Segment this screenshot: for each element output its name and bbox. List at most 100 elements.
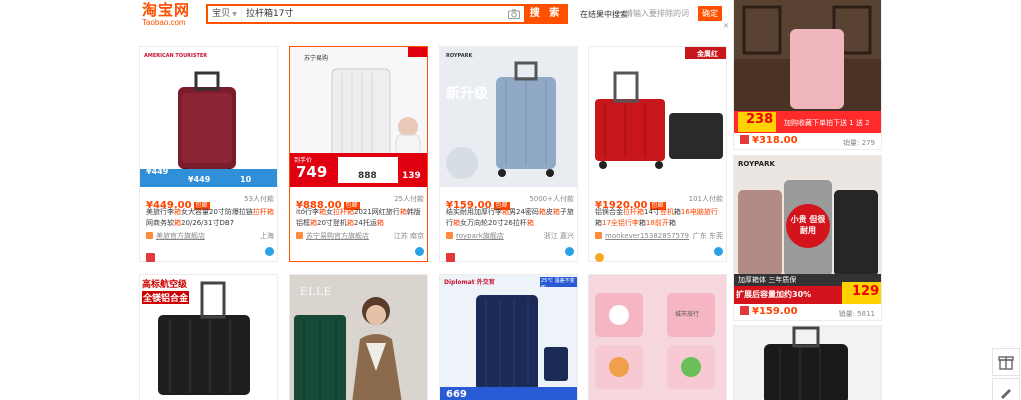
- search-scope-dropdown[interactable]: 宝贝 ▼: [208, 6, 242, 22]
- in-result-confirm-button[interactable]: 确定: [698, 6, 722, 21]
- right-ad-card[interactable]: ROYPARK 小贵 但很耐用 加厚箱体 三年质保 扩展后容量加约30% 129…: [733, 155, 882, 321]
- search-header: 淘宝网 Taobao.com 宝贝 ▼ 拉杆箱17寸 搜 索 在结果中搜索 请输入…: [0, 0, 733, 30]
- product-title[interactable]: itó行李箱女拉杆箱2021网红旅行箱韩版铝框箱20寸登机箱24托运箱: [296, 207, 424, 229]
- product-title-highlight: 箱: [453, 219, 460, 227]
- product-card[interactable]: AMERICAN TOURISTER ¥449 ¥449 10 ¥449.00 包…: [139, 46, 278, 262]
- camera-icon[interactable]: [508, 9, 520, 19]
- product-title-highlight: 拉杆箱: [332, 208, 354, 216]
- right-ad-image[interactable]: 238 加购收藏下单拍下送 1 送 2: [734, 0, 881, 133]
- product-title-segment: 14寸: [644, 208, 660, 216]
- right-ad-price: ¥159.00: [752, 306, 798, 317]
- product-title-segment: 结实耐用加厚行李: [446, 208, 502, 216]
- right-ad-card[interactable]: [733, 325, 882, 400]
- bottom-banner-2: 扩展后容量加约30%: [736, 290, 812, 299]
- color-label: 金属红: [697, 50, 718, 58]
- product-title[interactable]: 美旅行李箱女大容量20寸防爆拉链拉杆箱网商务软箱20/26/31寸DB7: [146, 207, 274, 229]
- wangwang-chat-icon[interactable]: [415, 247, 424, 256]
- product-title-highlight: 箱: [346, 219, 354, 227]
- product-image[interactable]: 高标航空级 全镁铝合金: [140, 275, 277, 400]
- gold-seller-badge-icon[interactable]: [595, 253, 604, 262]
- product-title-highlight: 17全铝行李: [602, 219, 639, 227]
- search-input[interactable]: 拉杆箱17寸: [246, 6, 506, 22]
- search-button[interactable]: 搜 索: [524, 4, 568, 24]
- product-title-highlight: 箱: [318, 208, 326, 216]
- product-image[interactable]: AMERICAN TOURISTER ¥449 ¥449 10: [140, 47, 277, 187]
- tmall-badge-icon[interactable]: [446, 253, 455, 262]
- product-title[interactable]: 铝镁合金拉杆箱14寸登机箱16电脑旅行箱17全铝行李箱18前开箱: [595, 207, 723, 229]
- product-card[interactable]: ROYPARK 新升级 ¥159.00 包邮 5000+人付款 结实耐用加厚行李箱…: [439, 46, 578, 262]
- product-title-highlight: 16电脑旅行: [680, 208, 718, 216]
- shop-icon: [146, 232, 153, 239]
- sales-count: 25人付款: [394, 195, 424, 203]
- product-title-highlight: 箱: [552, 208, 560, 216]
- product-card[interactable]: 高标航空级 全镁铝合金: [139, 274, 278, 400]
- product-title[interactable]: 结实耐用加厚行李箱男24密码箱皮箱子旅行箱女万向轮20寸26拉杆箱: [446, 207, 574, 229]
- search-scope-label: 宝贝: [212, 9, 231, 19]
- tmall-badge-icon[interactable]: [740, 135, 749, 144]
- right-ad-image[interactable]: [734, 326, 881, 400]
- shop-name[interactable]: roypark旗舰店: [456, 232, 504, 240]
- promo-line-1: 高标航空级: [142, 280, 188, 290]
- right-ad-card[interactable]: 238 加购收藏下单拍下送 1 送 2 ¥318.00 销量: 279: [733, 0, 882, 150]
- shop-location: 广东 东莞: [692, 232, 723, 240]
- product-title-segment: 女万向轮20寸26拉杆: [460, 219, 527, 227]
- shop-name[interactable]: 苏宁易购官方旗舰店: [306, 232, 369, 240]
- product-card[interactable]: ELLE: [289, 274, 428, 400]
- gift-icon: [998, 356, 1014, 370]
- product-image[interactable]: Diplomat 外交官 25℃ 温差不变形 669: [440, 275, 577, 400]
- product-title-highlight: 箱: [376, 219, 384, 227]
- float-gift-button[interactable]: [992, 348, 1020, 376]
- product-title-segment: 女: [325, 208, 333, 216]
- product-image[interactable]: 金属红: [589, 47, 726, 187]
- image-caption: 城市旅行: [675, 311, 700, 318]
- tmall-badge-icon[interactable]: [740, 306, 749, 315]
- product-title-highlight: 18前开: [645, 219, 669, 227]
- brand-logo-text: Diplomat 外交官: [444, 279, 495, 286]
- product-title-segment: 男24密码: [509, 208, 539, 216]
- brand-logo-text: ROYPARK: [446, 53, 473, 59]
- sales-count: 5000+人付款: [529, 195, 574, 203]
- logo-text-en: Taobao.com: [142, 18, 186, 27]
- tmall-badge-icon[interactable]: [146, 253, 155, 262]
- product-title-highlight: 箱: [526, 219, 534, 227]
- float-feedback-button[interactable]: [992, 378, 1020, 400]
- wangwang-chat-icon[interactable]: [265, 247, 274, 256]
- store-logo-text: 苏宁易购: [304, 55, 329, 62]
- product-image[interactable]: 城市旅行: [589, 275, 726, 400]
- deal-price: 749: [296, 163, 328, 181]
- product-title-segment: 箱: [638, 219, 646, 227]
- chevron-down-icon: ▼: [232, 11, 237, 18]
- taobao-logo[interactable]: 淘宝网 Taobao.com: [142, 2, 202, 28]
- product-image[interactable]: ROYPARK 新升级: [440, 47, 577, 187]
- product-card[interactable]: Diplomat 外交官 25℃ 温差不变形 669: [439, 274, 578, 400]
- in-result-input[interactable]: 请输入要排除的词: [622, 6, 694, 21]
- product-title-segment: 美旅行李: [146, 208, 174, 216]
- product-image[interactable]: 苏宁易购 到手价 749 888 139: [290, 47, 427, 187]
- promo-text: 加购收藏下单拍下送 1 送 2: [784, 119, 870, 127]
- sales-count: 53人付款: [244, 195, 274, 203]
- product-title-segment: 铝镁合金: [595, 208, 623, 216]
- close-icon[interactable]: ✕: [722, 22, 730, 30]
- product-title-segment: 女大容量20寸防爆拉链: [181, 208, 253, 216]
- product-card[interactable]: 金属红 ¥1920.00 包邮 101人付款 铝镁合金拉杆箱14寸登机箱16电脑旅…: [588, 46, 727, 262]
- wangwang-chat-icon[interactable]: [565, 247, 574, 256]
- right-ad-price: ¥318.00: [752, 135, 798, 146]
- product-image[interactable]: ELLE: [290, 275, 427, 400]
- original-price: 888: [358, 171, 377, 181]
- brand-logo-text: ELLE: [300, 287, 332, 298]
- image-price-1: ¥449: [146, 167, 169, 176]
- product-title-segment: 皮: [545, 208, 553, 216]
- product-title-highlight: 拉杆箱: [252, 208, 274, 216]
- product-card[interactable]: 苏宁易购 到手价 749 888 139 ¥888.00 包邮 25人付款 itó…: [289, 46, 428, 262]
- shop-name[interactable]: 美旅官方旗舰店: [156, 232, 205, 240]
- product-title-highlight: 箱: [310, 219, 317, 227]
- product-title-segment: itó行李: [296, 208, 319, 216]
- image-price-2: ¥449: [188, 175, 211, 184]
- shop-name[interactable]: monkever15382857579: [605, 232, 689, 240]
- product-card[interactable]: 城市旅行: [588, 274, 727, 400]
- product-title-segment: 箱: [668, 219, 676, 227]
- wangwang-chat-icon[interactable]: [714, 247, 723, 256]
- right-ad-image[interactable]: ROYPARK 小贵 但很耐用 加厚箱体 三年质保 扩展后容量加约30% 129: [734, 156, 881, 304]
- coupon-value: 139: [402, 171, 421, 181]
- product-title-highlight: 箱: [538, 208, 546, 216]
